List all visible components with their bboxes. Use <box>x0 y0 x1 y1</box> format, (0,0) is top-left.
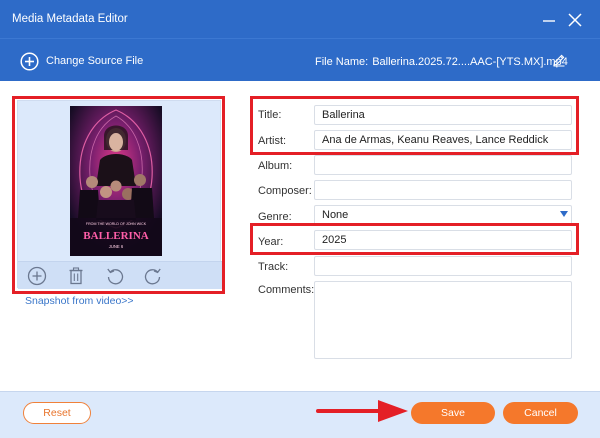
minimize-icon[interactable] <box>541 12 557 28</box>
snapshot-from-video-link[interactable]: Snapshot from video>> <box>25 295 134 307</box>
cover-image[interactable]: FROM THE WORLD OF JOHN WICK BALLERINA JU… <box>70 106 162 256</box>
track-label: Track: <box>258 261 289 273</box>
genre-label: Genre: <box>258 211 292 223</box>
poster-art: FROM THE WORLD OF JOHN WICK BALLERINA JU… <box>70 106 162 256</box>
save-button[interactable]: Save <box>411 402 495 424</box>
composer-input[interactable] <box>314 180 572 200</box>
chevron-down-icon[interactable] <box>560 211 568 217</box>
change-source-file-button[interactable]: Change Source File <box>20 51 143 71</box>
cover-toolbar <box>18 261 222 289</box>
artist-input[interactable]: Ana de Armas, Keanu Reaves, Lance Reddic… <box>314 130 572 150</box>
change-source-file-label: Change Source File <box>46 55 144 67</box>
album-input[interactable] <box>314 155 572 175</box>
reset-button[interactable]: Reset <box>23 402 91 424</box>
pencil-icon[interactable] <box>552 53 566 67</box>
plus-circle-icon <box>20 51 39 71</box>
toolbar: Change Source File File Name: Ballerina.2… <box>0 38 600 81</box>
title-label: Title: <box>258 109 282 121</box>
genre-select[interactable]: None <box>314 205 572 225</box>
file-name-label: File Name: <box>315 56 369 68</box>
trash-icon[interactable] <box>66 266 86 286</box>
cancel-button[interactable]: Cancel <box>503 402 578 424</box>
track-input[interactable] <box>314 256 572 276</box>
rotate-left-icon[interactable] <box>105 266 125 286</box>
poster-date: JUNE 6 <box>109 244 124 249</box>
add-cover-icon[interactable] <box>27 266 47 286</box>
poster-title: BALLERINA <box>83 230 148 242</box>
year-label: Year: <box>258 236 284 248</box>
footer-bar: Reset Save Cancel <box>0 391 600 438</box>
artist-label: Artist: <box>258 135 287 147</box>
cover-panel: FROM THE WORLD OF JOHN WICK BALLERINA JU… <box>17 100 222 289</box>
poster-tagline: FROM THE WORLD OF JOHN WICK <box>86 222 147 226</box>
file-name: File Name: Ballerina.2025.72....AAC-[YTS.… <box>315 56 568 68</box>
close-icon[interactable] <box>566 11 584 29</box>
album-label: Album: <box>258 160 293 172</box>
comments-label: Comments: <box>258 284 315 296</box>
arrow-pointer-icon <box>316 400 408 422</box>
title-input[interactable]: Ballerina <box>314 105 572 125</box>
window-title: Media Metadata Editor <box>12 13 128 25</box>
year-input[interactable]: 2025 <box>314 230 572 250</box>
rotate-right-icon[interactable] <box>143 266 163 286</box>
composer-label: Composer: <box>258 185 312 197</box>
file-name-value: Ballerina.2025.72....AAC-[YTS.MX].mp4 <box>372 56 568 68</box>
comments-textarea[interactable] <box>314 281 572 359</box>
title-bar: Media Metadata Editor <box>0 0 600 38</box>
